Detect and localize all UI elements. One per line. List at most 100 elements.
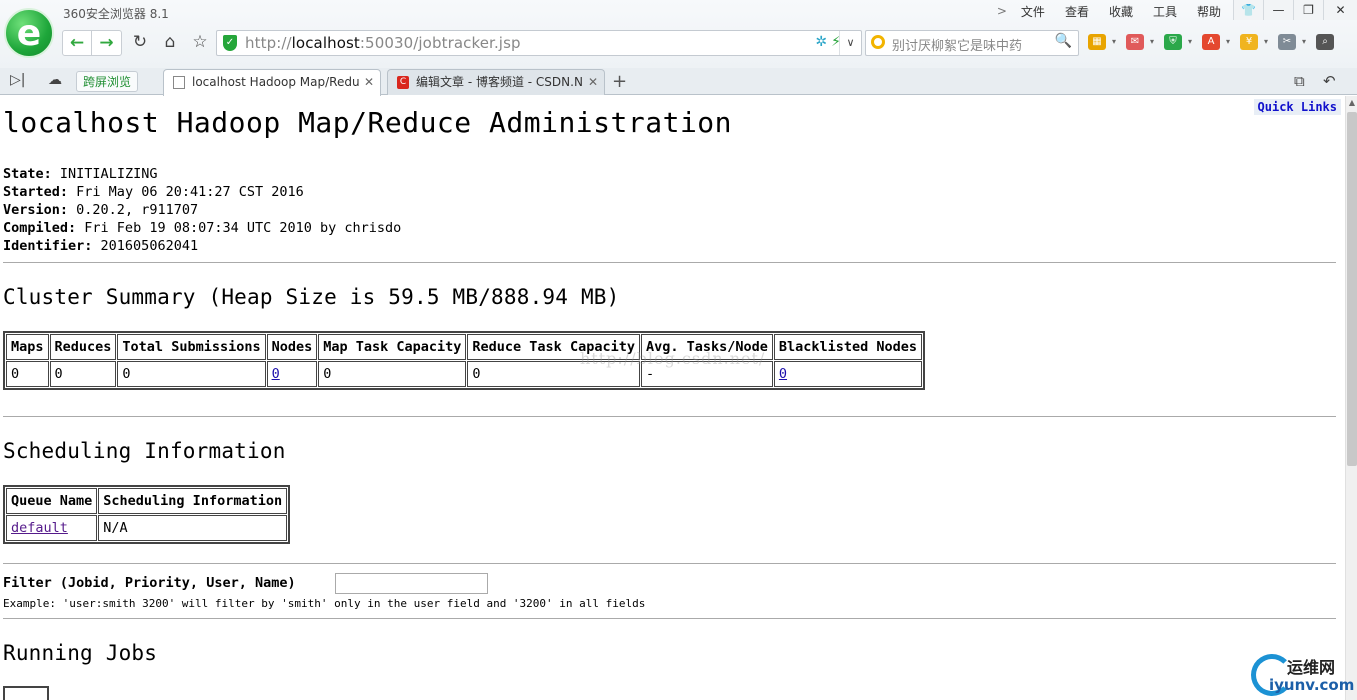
screenshot-extension-icon[interactable]: ✂ [1278, 34, 1296, 50]
col-map-task-capacity: Map Task Capacity [318, 334, 467, 360]
browser-title: 360安全浏览器 8.1 [63, 7, 169, 21]
find-extension-icon[interactable]: ⌕ [1316, 34, 1334, 50]
menu-chevron-icon[interactable]: > [993, 4, 1011, 20]
info-label: State: [3, 166, 52, 182]
menu-file[interactable]: 文件 [1011, 4, 1055, 20]
url-prefix: http:// [245, 34, 292, 52]
search-box[interactable]: 别讨厌柳絮它是味中药 🔍 [865, 30, 1079, 56]
chevron-down-icon[interactable]: ▾ [1188, 34, 1196, 50]
tab-hadoop[interactable]: localhost Hadoop Map/Redu ✕ [163, 69, 381, 96]
page-scrollbar[interactable]: ▲ [1345, 96, 1357, 700]
col-queue-name: Queue Name [6, 488, 98, 514]
undo-close-icon[interactable]: ↶ [1323, 72, 1336, 90]
skin-icon[interactable]: 👕 [1233, 0, 1263, 20]
site-logo-cn: 运维网 [1287, 658, 1336, 677]
quick-links-link[interactable]: Quick Links [1253, 99, 1341, 115]
split-browse-button[interactable]: 跨屏浏览 [76, 71, 139, 92]
info-state: State: INITIALIZING [3, 165, 401, 183]
blacklisted-nodes-link[interactable]: 0 [779, 366, 787, 382]
filter-example: Example: 'user:smith 3200' will filter b… [3, 597, 646, 610]
csdn-icon: C [397, 76, 409, 89]
browser-logo-icon: e [4, 8, 54, 58]
chevron-down-icon[interactable]: ▾ [1226, 34, 1234, 50]
tab-csdn[interactable]: C 编辑文章 - 博客频道 - CSDN.N ✕ [387, 69, 605, 95]
info-value: 0.20.2, r911707 [76, 202, 199, 218]
search-engine-icon[interactable] [871, 35, 885, 49]
browser-toolbar: e 360安全浏览器 8.1 > 文件 查看 收藏 工具 帮助 👕 — ❐ ✕ … [0, 0, 1357, 68]
info-value: INITIALIZING [59, 166, 158, 182]
favorite-button[interactable]: ☆ [185, 30, 215, 56]
restore-tabs-icon[interactable]: ⧉ [1294, 72, 1305, 90]
table-header-row: Maps Reduces Total Submissions Nodes Map… [6, 334, 923, 360]
page-title: localhost Hadoop Map/Reduce Administrati… [3, 106, 733, 139]
chevron-down-icon[interactable]: ▾ [1150, 34, 1158, 50]
url-text[interactable]: http://localhost:50030/jobtracker.jsp [245, 34, 521, 52]
info-label: Started: [3, 184, 69, 200]
apps-extension-icon[interactable]: ▦ [1088, 34, 1106, 50]
search-placeholder: 别讨厌柳絮它是味中药 [892, 39, 1023, 54]
col-total-submissions: Total Submissions [117, 334, 266, 360]
menu-favorites[interactable]: 收藏 [1099, 4, 1143, 20]
mail-extension-icon[interactable]: ✉ [1126, 34, 1144, 50]
menu-view[interactable]: 查看 [1055, 4, 1099, 20]
chevron-down-icon[interactable]: ▾ [1112, 34, 1120, 50]
info-value: Fri May 06 20:41:27 CST 2016 [76, 184, 304, 200]
page-icon [173, 76, 185, 89]
close-button[interactable]: ✕ [1323, 0, 1357, 20]
tab-close-icon[interactable]: ✕ [364, 70, 374, 94]
address-dropdown-icon[interactable]: ∨ [839, 31, 861, 55]
minimize-button[interactable]: — [1263, 0, 1293, 20]
info-started: Started: Fri May 06 20:41:27 CST 2016 [3, 183, 401, 201]
tab-title: localhost Hadoop Map/Redu [192, 75, 360, 89]
queue-default-link[interactable]: default [11, 520, 68, 536]
tab-close-icon[interactable]: ✕ [588, 70, 598, 94]
cell-maps: 0 [6, 361, 49, 387]
menu-tools[interactable]: 工具 [1143, 4, 1187, 20]
cell-map-task-capacity: 0 [318, 361, 467, 387]
cell-reduces: 0 [49, 361, 117, 387]
compat-mode-icon[interactable]: ✲ [815, 34, 827, 50]
back-button[interactable]: ← [62, 30, 92, 56]
divider [3, 563, 1336, 564]
info-identifier: Identifier: 201605062041 [3, 237, 401, 255]
col-reduces: Reduces [49, 334, 117, 360]
forward-button[interactable]: → [92, 30, 122, 56]
scroll-thumb[interactable] [1347, 112, 1357, 466]
address-bar[interactable]: ✓ http://localhost:50030/jobtracker.jsp … [216, 30, 862, 56]
filter-input[interactable] [335, 573, 488, 594]
cell-nodes: 0 [266, 361, 318, 387]
shield-extension-icon[interactable]: ⛨ [1164, 34, 1182, 50]
split-browse-label: 跨屏浏览 [83, 75, 132, 89]
new-tab-button[interactable]: + [612, 71, 627, 92]
scroll-up-icon[interactable]: ▲ [1346, 96, 1357, 110]
info-label: Version: [3, 202, 69, 218]
scheduling-info-heading: Scheduling Information [3, 439, 286, 463]
filter-label: Filter (Jobid, Priority, User, Name) [3, 575, 296, 591]
chevron-down-icon[interactable]: ▾ [1302, 34, 1310, 50]
table-row: default N/A [6, 515, 288, 541]
cloud-icon[interactable]: ☁ [48, 72, 62, 88]
menu-help[interactable]: 帮助 [1187, 4, 1231, 20]
chevron-down-icon[interactable]: ▾ [1264, 34, 1272, 50]
running-jobs-heading: Running Jobs [3, 641, 158, 665]
site-logo-en: iyunv.com [1269, 676, 1355, 694]
info-label: Compiled: [3, 220, 77, 236]
cell-blacklisted-nodes: 0 [773, 361, 923, 387]
info-label: Identifier: [3, 238, 93, 254]
divider [3, 618, 1336, 619]
security-shield-icon: ✓ [223, 35, 237, 51]
search-icon[interactable]: 🔍 [1055, 33, 1072, 49]
maximize-button[interactable]: ❐ [1293, 0, 1323, 20]
extension-icons: ▦ ▾ ✉ ▾ ⛨ ▾ A ▾ ¥ ▾ ✂ ▾ ⌕ [1088, 34, 1334, 50]
reload-button[interactable]: ↻ [125, 30, 155, 56]
translate-extension-icon[interactable]: A [1202, 34, 1220, 50]
sidebar-toggle-icon[interactable]: ▷| [10, 72, 25, 88]
tab-bar: ▷| ☁ 跨屏浏览 localhost Hadoop Map/Redu ✕ C … [0, 68, 1357, 96]
url-host: localhost [291, 34, 360, 52]
wallet-extension-icon[interactable]: ¥ [1240, 34, 1258, 50]
cluster-summary-table: Maps Reduces Total Submissions Nodes Map… [3, 331, 926, 390]
csdn-watermark: http://blog.csdn.net/ [580, 349, 766, 368]
nodes-link[interactable]: 0 [272, 366, 280, 382]
home-button[interactable]: ⌂ [155, 30, 185, 56]
cell-scheduling-information: N/A [98, 515, 288, 541]
